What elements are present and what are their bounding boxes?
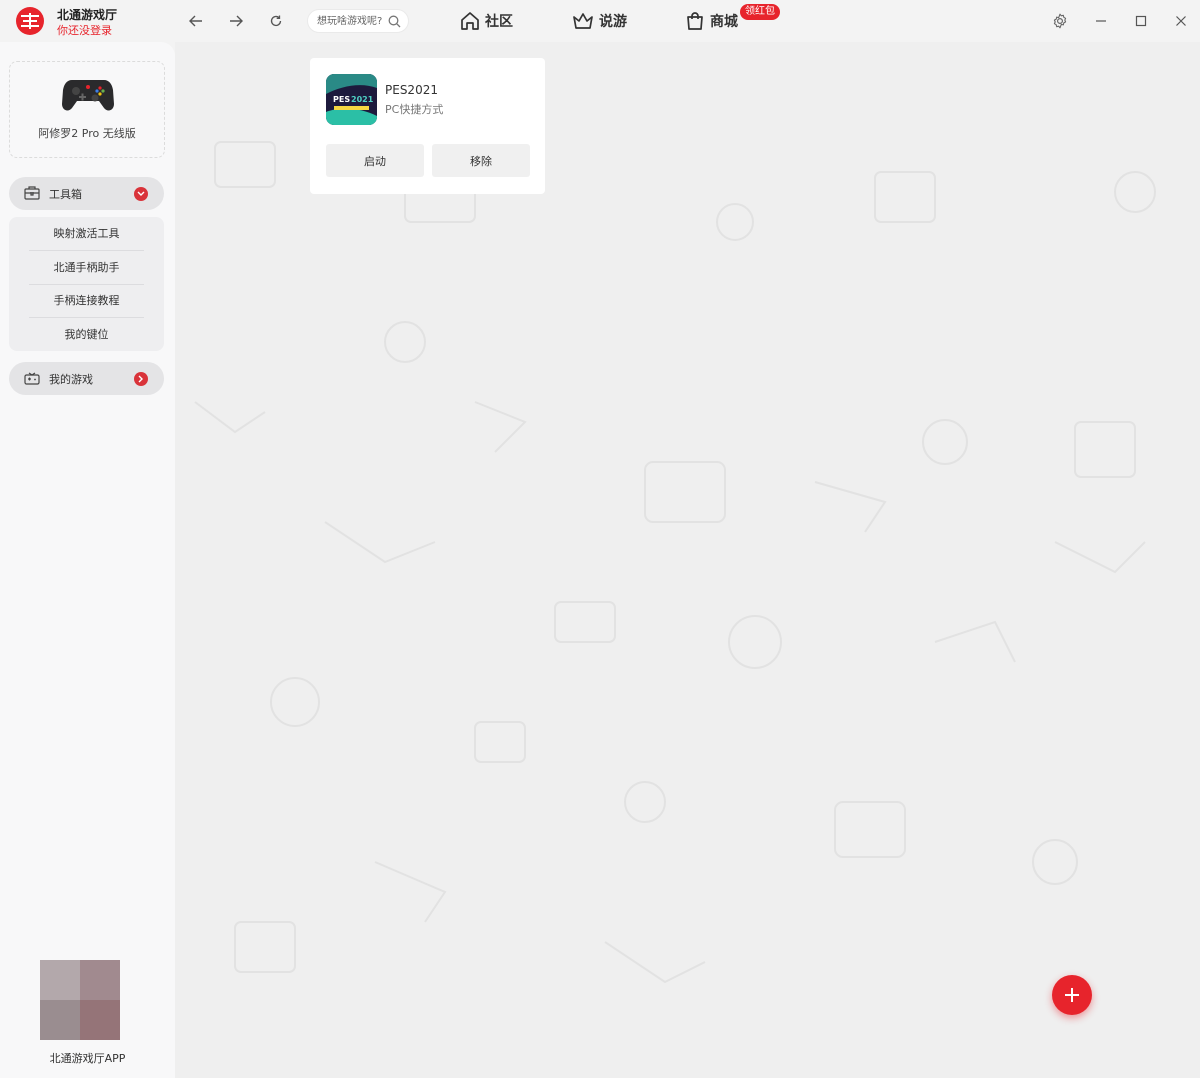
home-icon bbox=[461, 12, 479, 30]
my-games-label: 我的游戏 bbox=[49, 373, 93, 386]
refresh-button[interactable] bbox=[265, 10, 287, 32]
game-console-icon bbox=[24, 371, 40, 388]
search-icon[interactable] bbox=[388, 15, 401, 31]
chevron-down-icon[interactable] bbox=[134, 187, 148, 201]
toolbox-label: 工具箱 bbox=[49, 188, 82, 201]
login-link[interactable]: 你还没登录 bbox=[57, 22, 112, 38]
settings-button[interactable] bbox=[1049, 10, 1071, 32]
game-title: PES2021 bbox=[385, 83, 438, 97]
my-games-header[interactable]: 我的游戏 bbox=[9, 362, 164, 395]
toolbox-item-keymap[interactable]: 我的键位 bbox=[29, 318, 144, 351]
app-name: 北通游戏厅 bbox=[57, 8, 118, 22]
forward-button[interactable] bbox=[225, 10, 247, 32]
sidebar: 阿修罗2 Pro 无线版 工具箱 映射激活工具 北通手柄助手 手柄连接教程 我的… bbox=[0, 42, 175, 1078]
close-button[interactable] bbox=[1170, 10, 1192, 32]
minimize-icon bbox=[1096, 20, 1106, 22]
nav-community[interactable]: 社区 bbox=[460, 8, 513, 34]
toolbox-header[interactable]: 工具箱 bbox=[9, 177, 164, 210]
device-name: 阿修罗2 Pro 无线版 bbox=[38, 127, 136, 140]
refresh-icon bbox=[270, 15, 282, 27]
toolbox-icon bbox=[24, 186, 40, 203]
doodle-background bbox=[194, 141, 1156, 984]
nav-shop-label: 商城 bbox=[710, 14, 738, 30]
shop-badge[interactable]: 领红包 bbox=[740, 4, 780, 20]
minimize-button[interactable] bbox=[1090, 10, 1112, 32]
chevron-right-icon[interactable] bbox=[134, 372, 148, 386]
crown-icon bbox=[573, 13, 593, 29]
title-bar: 北通游戏厅 你还没登录 社区 bbox=[0, 0, 1200, 42]
search-input[interactable] bbox=[317, 13, 389, 29]
main-content bbox=[175, 42, 1200, 1078]
logo-icon bbox=[21, 13, 39, 29]
nav-talk-label: 说游 bbox=[599, 14, 627, 30]
game-cover-icon[interactable]: PES 2021 bbox=[326, 74, 377, 125]
gamepad-icon bbox=[62, 80, 114, 111]
toolbox-list: 映射激活工具 北通手柄助手 手柄连接教程 我的键位 bbox=[9, 217, 164, 351]
close-icon bbox=[1176, 16, 1186, 26]
nav-shop[interactable]: 商城 bbox=[685, 8, 738, 34]
maximize-icon bbox=[1135, 15, 1147, 27]
qr-caption: 北通游戏厅APP bbox=[49, 1052, 126, 1065]
plus-icon bbox=[1065, 988, 1079, 1002]
game-subtitle: PC快捷方式 bbox=[385, 103, 444, 116]
app-qr-code bbox=[40, 960, 132, 1046]
launch-button[interactable]: 启动 bbox=[326, 144, 424, 177]
maximize-button[interactable] bbox=[1130, 10, 1152, 32]
search-box[interactable] bbox=[307, 9, 409, 33]
back-button[interactable] bbox=[185, 10, 207, 32]
toolbox-item-assistant[interactable]: 北通手柄助手 bbox=[29, 251, 144, 284]
svg-text:2021: 2021 bbox=[351, 95, 374, 104]
device-card[interactable]: 阿修罗2 Pro 无线版 bbox=[9, 61, 165, 158]
arrow-right-icon bbox=[230, 15, 243, 27]
arrow-left-icon bbox=[189, 15, 202, 27]
shopping-bag-icon bbox=[687, 12, 703, 30]
toolbox-item-tutorial[interactable]: 手柄连接教程 bbox=[29, 284, 144, 317]
remove-button[interactable]: 移除 bbox=[432, 144, 530, 177]
toolbox-item-mapping[interactable]: 映射激活工具 bbox=[29, 217, 144, 250]
add-game-button[interactable] bbox=[1052, 975, 1092, 1015]
nav-community-label: 社区 bbox=[485, 14, 513, 30]
gear-icon bbox=[1053, 13, 1067, 29]
app-logo bbox=[16, 7, 44, 35]
svg-text:PES: PES bbox=[333, 95, 350, 104]
nav-talk[interactable]: 说游 bbox=[572, 8, 627, 34]
game-card: PES 2021 PES2021 PC快捷方式 启动 移除 bbox=[310, 58, 545, 194]
